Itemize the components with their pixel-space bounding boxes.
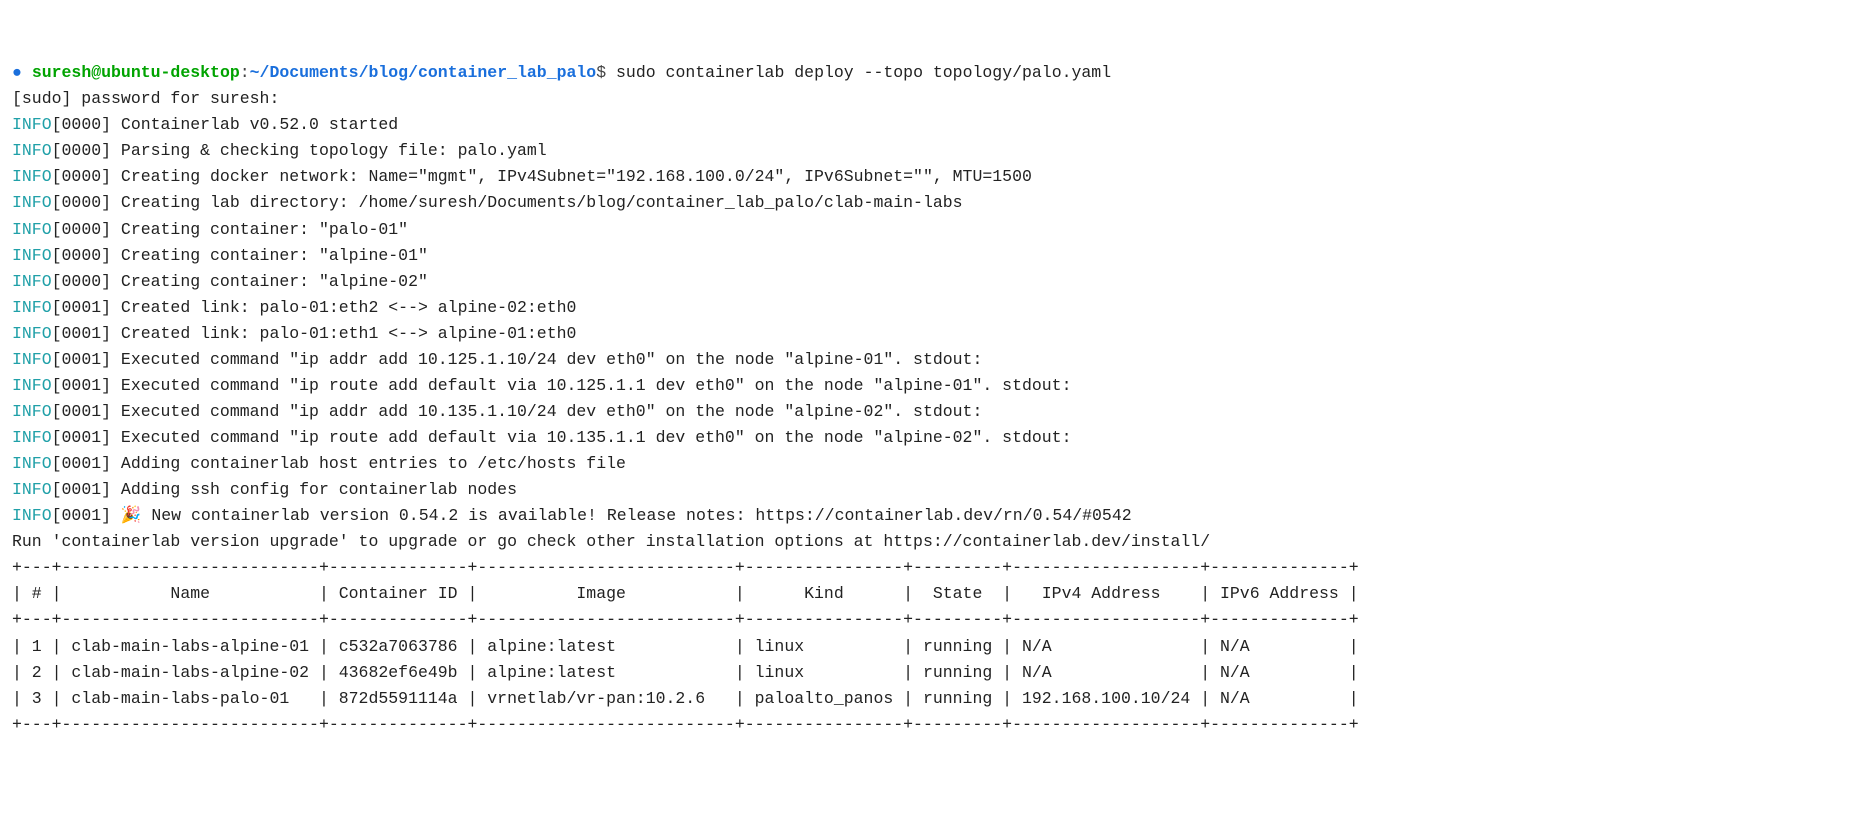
- upgrade-instruction: Run 'containerlab version upgrade' to up…: [12, 532, 1210, 551]
- log-level: INFO: [12, 246, 52, 265]
- log-line: [0000] Parsing & checking topology file:…: [52, 141, 547, 160]
- log-line: [0001] Adding ssh config for containerla…: [52, 480, 517, 499]
- sudo-password-prompt: [sudo] password for suresh:: [12, 89, 279, 108]
- table-row: | 2 | clab-main-labs-alpine-02 | 43682ef…: [12, 663, 1359, 682]
- log-line: [0001] Executed command "ip route add de…: [52, 376, 1072, 395]
- typed-command[interactable]: sudo containerlab deploy --topo topology…: [616, 63, 1111, 82]
- log-level: INFO: [12, 428, 52, 447]
- log-line: [0001] Created link: palo-01:eth1 <--> a…: [52, 324, 577, 343]
- log-level: INFO: [12, 298, 52, 317]
- log-line: [0000] Creating docker network: Name="mg…: [52, 167, 1032, 186]
- table-border: +---+--------------------------+--------…: [12, 715, 1359, 734]
- log-level: INFO: [12, 115, 52, 134]
- log-level: INFO: [12, 193, 52, 212]
- table-border: +---+--------------------------+--------…: [12, 610, 1359, 629]
- table-border: +---+--------------------------+--------…: [12, 558, 1359, 577]
- log-line: New containerlab version 0.54.2 is avail…: [141, 506, 1131, 525]
- prompt-dollar: $: [596, 63, 616, 82]
- log-line: [0000] Containerlab v0.52.0 started: [52, 115, 399, 134]
- log-level: INFO: [12, 324, 52, 343]
- table-row: | 1 | clab-main-labs-alpine-01 | c532a70…: [12, 637, 1359, 656]
- log-line: [0001] Executed command "ip route add de…: [52, 428, 1072, 447]
- log-line: [0001] Executed command "ip addr add 10.…: [52, 402, 983, 421]
- log-level: INFO: [12, 454, 52, 473]
- prompt-sep: :: [240, 63, 250, 82]
- log-line: [0000] Creating container: "palo-01": [52, 220, 408, 239]
- log-line: [0001] Executed command "ip addr add 10.…: [52, 350, 983, 369]
- active-indicator-icon: ●: [12, 63, 32, 82]
- prompt-userhost: suresh@ubuntu-desktop: [32, 63, 240, 82]
- log-timestamp: [0001]: [52, 506, 121, 525]
- log-line: [0000] Creating lab directory: /home/sur…: [52, 193, 963, 212]
- terminal-output: ● suresh@ubuntu-desktop:~/Documents/blog…: [12, 60, 1855, 738]
- log-level: INFO: [12, 220, 52, 239]
- prompt-path: ~/Documents/blog/container_lab_palo: [250, 63, 597, 82]
- log-line: [0000] Creating container: "alpine-01": [52, 246, 428, 265]
- log-level: INFO: [12, 167, 52, 186]
- log-line: [0000] Creating container: "alpine-02": [52, 272, 428, 291]
- log-line: [0001] Adding containerlab host entries …: [52, 454, 626, 473]
- log-line: [0001] Created link: palo-01:eth2 <--> a…: [52, 298, 577, 317]
- log-level: INFO: [12, 141, 52, 160]
- party-icon: 🎉: [121, 506, 142, 525]
- log-level: INFO: [12, 350, 52, 369]
- log-level: INFO: [12, 272, 52, 291]
- log-level: INFO: [12, 402, 52, 421]
- table-header: | # | Name | Container ID | Image | Kind…: [12, 584, 1359, 603]
- table-row: | 3 | clab-main-labs-palo-01 | 872d55911…: [12, 689, 1359, 708]
- log-level: INFO: [12, 480, 52, 499]
- log-level: INFO: [12, 506, 52, 525]
- log-level: INFO: [12, 376, 52, 395]
